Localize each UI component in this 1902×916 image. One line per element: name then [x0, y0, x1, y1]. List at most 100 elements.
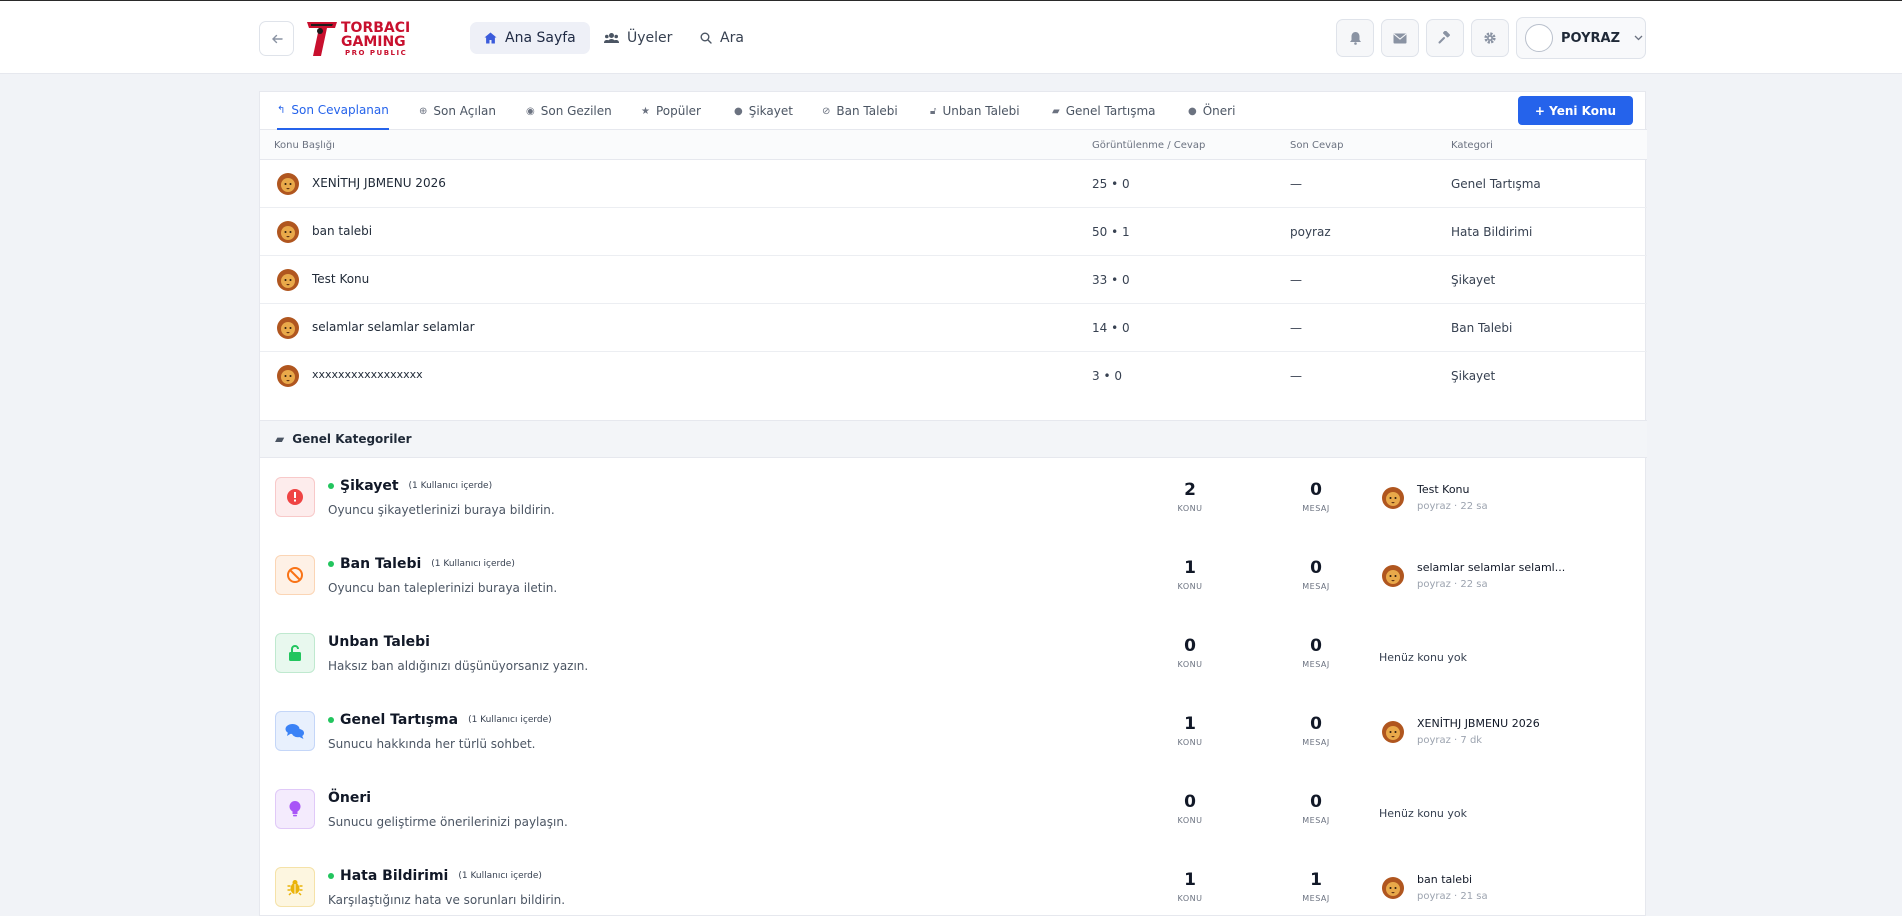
tab-genel-tartisma[interactable]: ▰ Genel Tartışma [1052, 92, 1156, 130]
svg-text:GAMING: GAMING [341, 34, 406, 50]
envelope-icon [1393, 33, 1407, 43]
lion-avatar-icon [277, 173, 299, 195]
category-name[interactable]: Genel Tartışma [340, 712, 458, 728]
unlock-icon [275, 633, 315, 673]
table-row[interactable]: XENİTHJ JBMENU 2026 25 • 0 — Genel Tartı… [260, 160, 1647, 208]
topic-category[interactable]: Şikayet [1451, 369, 1495, 383]
category-name[interactable]: Hata Bildirimi [340, 868, 448, 884]
col-category: Kategori [1451, 140, 1493, 151]
topic-title[interactable]: xxxxxxxxxxxxxxxxx [312, 368, 423, 381]
table-row[interactable]: xxxxxxxxxxxxxxxxx 3 • 0 — Şikayet [260, 352, 1647, 400]
category-row-sikayet[interactable]: Şikayet (1 Kullanıcı içerde) Oyuncu şika… [260, 460, 1647, 538]
gavel-icon [1438, 31, 1450, 44]
category-name[interactable]: Öneri [328, 790, 371, 806]
bell-icon [1349, 32, 1361, 45]
latest-topic-title[interactable]: ban talebi [1417, 873, 1472, 886]
search-icon [700, 32, 712, 44]
nav-home[interactable]: Ana Sayfa [470, 22, 590, 54]
category-name[interactable]: Şikayet [340, 478, 399, 494]
section-title: Genel Kategoriler [292, 432, 412, 446]
category-row-genel-tartisma[interactable]: Genel Tartışma (1 Kullanıcı içerde) Sunu… [260, 694, 1647, 772]
category-description: Sunucu geliştirme önerilerinizi paylaşın… [328, 815, 568, 829]
tab-label: Unban Talebi [942, 104, 1020, 118]
latest-topic-meta: poyraz · 22 sa [1417, 501, 1488, 512]
messages-button[interactable] [1381, 19, 1419, 57]
tab-populer[interactable]: ★ Popüler [641, 92, 701, 130]
tab-label: Son Açılan [433, 104, 496, 118]
topic-title[interactable]: ban talebi [312, 224, 372, 238]
topic-last-reply: — [1290, 273, 1302, 287]
topic-views: 25 • 0 [1092, 177, 1130, 191]
latest-topic-title[interactable]: Test Konu [1417, 483, 1470, 496]
tab-unban-talebi[interactable]: 🔓︎ Unban Talebi [930, 92, 1020, 130]
gear-icon [1484, 32, 1496, 44]
nav-search-label: Ara [720, 30, 744, 46]
topic-title[interactable]: XENİTHJ JBMENU 2026 [312, 176, 446, 190]
bulb-icon: ● [1188, 105, 1197, 117]
settings-button[interactable] [1471, 19, 1509, 57]
tab-sikayet[interactable]: ● Şikayet [734, 92, 793, 130]
table-row[interactable]: selamlar selamlar selamlar 14 • 0 — Ban … [260, 304, 1647, 352]
tab-label: Genel Tartışma [1065, 104, 1156, 118]
topic-title[interactable]: selamlar selamlar selamlar [312, 320, 475, 334]
topic-views: 50 • 1 [1092, 225, 1130, 239]
topic-last-reply: — [1290, 177, 1302, 191]
latest-topic-title[interactable]: XENİTHJ JBMENU 2026 [1417, 717, 1540, 730]
nav-members[interactable]: Üyeler [590, 22, 686, 54]
latest-topic-title[interactable]: selamlar selamlar selaml... [1417, 561, 1565, 574]
comments-icon: ▰ [1052, 105, 1060, 117]
no-topics-text: Henüz konu yok [1379, 651, 1468, 664]
category-title: Hata Bildirimi (1 Kullanıcı içerde) [328, 868, 542, 884]
tab-son-acilan[interactable]: ⊕ Son Açılan [419, 92, 496, 130]
category-description: Oyuncu ban taleplerinizi buraya iletin. [328, 581, 558, 595]
latest-topic-meta: poyraz · 7 dk [1417, 735, 1483, 746]
category-description: Oyuncu şikayetlerinizi buraya bildirin. [328, 503, 555, 517]
online-count: (1 Kullanıcı içerde) [458, 871, 542, 881]
tab-son-cevaplanan[interactable]: ↰ Son Cevaplanan [277, 92, 389, 130]
new-topic-button[interactable]: + Yeni Konu [1518, 96, 1633, 125]
ban-icon: ⊘ [822, 105, 831, 117]
category-row-oneri[interactable]: Öneri Sunucu geliştirme önerilerinizi pa… [260, 772, 1647, 850]
topic-last-reply: — [1290, 321, 1302, 335]
category-description: Karşılaştığınız hata ve sorunları bildir… [328, 893, 566, 907]
online-indicator [328, 561, 334, 567]
reply-icon: ↰ [277, 104, 286, 116]
topic-tabs: ↰ Son Cevaplanan ⊕ Son Açılan ◉ Son Gezi… [260, 92, 1647, 130]
topic-title[interactable]: Test Konu [312, 272, 369, 286]
lion-avatar-icon [1382, 487, 1404, 509]
topic-category[interactable]: Şikayet [1451, 273, 1495, 287]
col-last: Son Cevap [1290, 140, 1344, 151]
topic-views: 3 • 0 [1092, 369, 1122, 383]
tab-oneri[interactable]: ● Öneri [1188, 92, 1235, 130]
category-name[interactable]: Unban Talebi [328, 634, 430, 650]
nav-search[interactable]: Ara [686, 22, 758, 54]
category-row-hata-bildirimi[interactable]: Hata Bildirimi (1 Kullanıcı içerde) Karş… [260, 850, 1647, 916]
message-count: 0 MESAJ [1302, 636, 1330, 669]
category-row-unban-talebi[interactable]: Unban Talebi Haksız ban aldığınızı düşün… [260, 616, 1647, 694]
unlock-icon: 🔓︎ [930, 105, 937, 117]
table-row[interactable]: Test Konu 33 • 0 — Şikayet [260, 256, 1647, 304]
topic-category[interactable]: Hata Bildirimi [1451, 225, 1532, 239]
category-name[interactable]: Ban Talebi [340, 556, 421, 572]
category-description: Haksız ban aldığınızı düşünüyorsanız yaz… [328, 659, 589, 673]
topic-count: 1 KONU [1177, 714, 1203, 747]
category-row-ban-talebi[interactable]: Ban Talebi (1 Kullanıcı içerde) Oyuncu b… [260, 538, 1647, 616]
exclamation-circle-icon [275, 477, 315, 517]
no-topics-text: Henüz konu yok [1379, 807, 1468, 820]
notifications-button[interactable] [1336, 19, 1374, 57]
category-title: Öneri [328, 790, 371, 806]
tab-son-gezilen[interactable]: ◉ Son Gezilen [526, 92, 612, 130]
admin-tools-button[interactable] [1426, 19, 1464, 57]
topic-category[interactable]: Ban Talebi [1451, 321, 1512, 335]
site-logo[interactable]: TORBACI GAMING PRO PUBLIC [305, 18, 445, 58]
topic-last-reply[interactable]: poyraz [1290, 225, 1331, 239]
topic-category[interactable]: Genel Tartışma [1451, 177, 1541, 191]
user-menu-button[interactable]: POYRAZ [1516, 17, 1646, 59]
table-row[interactable]: ban talebi 50 • 1 poyraz Hata Bildirimi [260, 208, 1647, 256]
tab-ban-talebi[interactable]: ⊘ Ban Talebi [822, 92, 898, 130]
category-title: Unban Talebi [328, 634, 430, 650]
back-button[interactable] [259, 21, 294, 56]
topic-views: 14 • 0 [1092, 321, 1130, 335]
online-count: (1 Kullanıcı içerde) [408, 481, 493, 491]
topic-count: 2 KONU [1177, 480, 1203, 513]
